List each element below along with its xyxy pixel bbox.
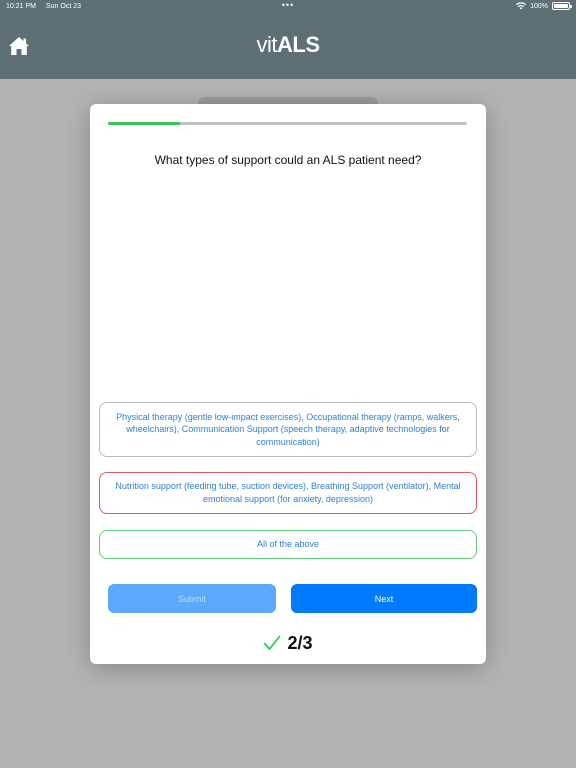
logo-text-vit: vit [256,32,278,57]
quiz-dialog: What types of support could an ALS patie… [90,104,486,664]
status-time: 10:21 PM [6,2,36,10]
app-logo: vitALS [0,32,576,58]
answer-option-label: Physical therapy (gentle low-impact exer… [116,411,460,447]
answer-option-label: All of the above [256,539,320,550]
next-button[interactable]: Next [291,584,477,613]
nav-bar: vitALS [0,12,576,79]
battery-icon [552,2,572,10]
wifi-icon [516,2,527,10]
battery-percent: 100% [530,2,548,10]
checkmark-icon [264,635,281,650]
answer-option-1[interactable]: Physical therapy (gentle low-impact exer… [99,402,477,457]
answer-option-label: Nutrition support (feeding tube, suction… [115,481,461,504]
status-bar: 10:21 PM Sun Oct 23 ••• 100% [0,0,576,12]
progress-bar [108,122,467,125]
submit-button[interactable]: Submit [108,584,276,613]
status-date: Sun Oct 23 [45,2,81,10]
score-text: 2/3 [287,632,313,653]
answer-option-2[interactable]: Nutrition support (feeding tube, suction… [99,472,477,514]
answer-option-3[interactable]: All of the above [99,530,477,559]
question-text: What types of support could an ALS patie… [154,153,422,167]
progress-fill [108,122,180,125]
logo-text-als: ALS [277,32,320,57]
multitasking-dots-icon[interactable]: ••• [282,0,294,10]
score-display: 2/3 [90,632,486,654]
